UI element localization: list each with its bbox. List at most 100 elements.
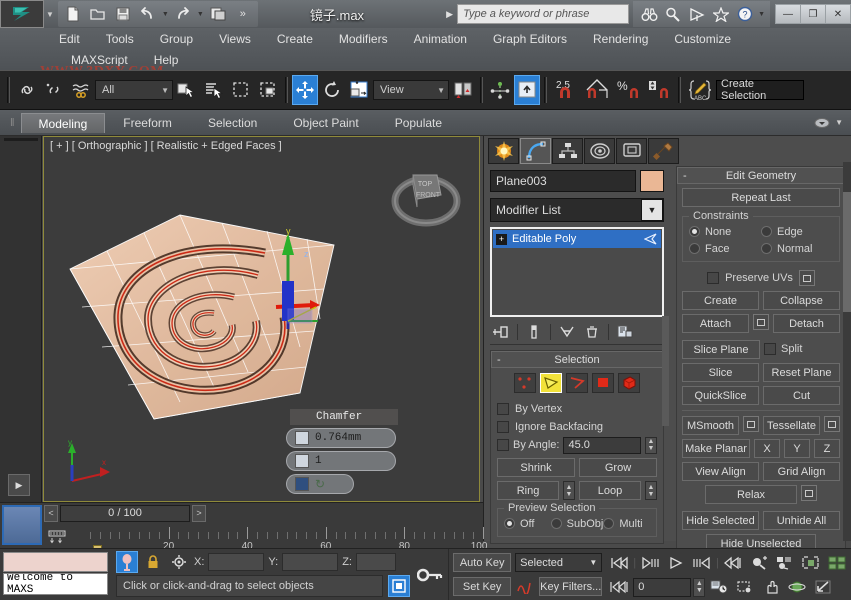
- select-and-move-icon[interactable]: [292, 75, 318, 105]
- preserve-uvs-row[interactable]: Preserve UVs: [682, 269, 840, 287]
- by-angle-value[interactable]: 45.0: [563, 437, 641, 454]
- snaps-toggle-icon[interactable]: 2.5: [551, 75, 581, 105]
- menu-create[interactable]: Create: [264, 32, 326, 46]
- redo-dropdown-icon[interactable]: ▼: [197, 11, 204, 18]
- viewport-label[interactable]: [ + ] [ Orthographic ] [ Realistic + Edg…: [50, 140, 282, 152]
- select-object-icon[interactable]: [174, 75, 200, 105]
- tab-freeform[interactable]: Freeform: [105, 113, 190, 133]
- preview-subobj-radio[interactable]: [551, 518, 562, 529]
- x-field[interactable]: [208, 553, 264, 571]
- make-planar-x-button[interactable]: X: [754, 439, 780, 458]
- create-button[interactable]: Create: [682, 291, 759, 310]
- minimize-button[interactable]: —: [775, 4, 801, 24]
- star-icon[interactable]: [710, 3, 732, 25]
- ring-spinner[interactable]: ▲▼: [563, 481, 575, 500]
- attach-button[interactable]: Attach: [682, 314, 749, 333]
- configure-sets-icon[interactable]: [614, 322, 636, 342]
- menu-customize[interactable]: Customize: [661, 32, 744, 46]
- tab-object-paint[interactable]: Object Paint: [275, 113, 376, 133]
- command-panel-scrollbar[interactable]: [843, 162, 851, 541]
- constraint-edge-option[interactable]: Edge: [761, 223, 833, 240]
- preview-multi-radio[interactable]: [603, 518, 614, 529]
- constraint-edge-radio[interactable]: [761, 226, 772, 237]
- z-field[interactable]: [356, 553, 396, 571]
- border-subobject-icon[interactable]: [566, 373, 588, 393]
- object-name-input[interactable]: Plane003: [490, 170, 636, 192]
- modifier-stack[interactable]: + Editable Poly: [490, 227, 664, 317]
- relax-settings-icon[interactable]: [801, 485, 817, 501]
- previous-frame-icon[interactable]: [638, 553, 662, 573]
- menu-help[interactable]: Help: [141, 53, 192, 67]
- slice-button[interactable]: Slice: [682, 363, 759, 382]
- caddy-smooth-toggle-icon[interactable]: ↻: [315, 477, 325, 491]
- ignore-backfacing-checkbox[interactable]: [497, 421, 509, 433]
- bind-to-space-warp-icon[interactable]: [68, 75, 94, 105]
- next-frame-icon[interactable]: [690, 553, 714, 573]
- by-angle-row[interactable]: By Angle: 45.0 ▲▼: [497, 436, 657, 454]
- undo-icon[interactable]: [137, 3, 159, 25]
- max-app-menu-button[interactable]: [0, 0, 44, 28]
- constraint-normal-radio[interactable]: [761, 243, 772, 254]
- left-column-scrollbar[interactable]: [662, 316, 669, 426]
- remove-modifier-icon[interactable]: [581, 322, 603, 342]
- track-bar-icon[interactable]: [44, 527, 70, 547]
- polygon-subobject-icon[interactable]: [592, 373, 614, 393]
- selection-filter-dropdown[interactable]: All ▼: [95, 80, 173, 100]
- caddy-amount-row[interactable]: 0.764mm: [286, 428, 396, 448]
- tab-populate[interactable]: Populate: [377, 113, 460, 133]
- display-tab[interactable]: [616, 138, 647, 164]
- stack-item-editable-poly[interactable]: + Editable Poly: [493, 230, 661, 248]
- create-tab[interactable]: [488, 138, 519, 164]
- set-key-button[interactable]: Set Key: [453, 577, 511, 596]
- preserve-uvs-checkbox[interactable]: [707, 272, 719, 284]
- unhide-all-button[interactable]: Unhide All: [763, 511, 840, 530]
- viewport-preview-thumbnail[interactable]: [2, 505, 42, 545]
- maximize-viewport-icon[interactable]: [811, 577, 835, 597]
- grid-align-button[interactable]: Grid Align: [763, 462, 840, 481]
- project-folder-icon[interactable]: [207, 3, 229, 25]
- rollout-collapse-icon[interactable]: -: [497, 354, 501, 366]
- constraint-none-radio[interactable]: [689, 226, 700, 237]
- listener-macro-area[interactable]: [3, 552, 108, 572]
- open-file-icon[interactable]: [87, 3, 109, 25]
- key-mode-toggle[interactable]: [412, 549, 449, 600]
- hierarchy-tab[interactable]: [552, 138, 583, 164]
- constraint-face-radio[interactable]: [689, 243, 700, 254]
- make-planar-z-button[interactable]: Z: [814, 439, 840, 458]
- loop-button[interactable]: Loop: [579, 481, 641, 500]
- detach-button[interactable]: Detach: [773, 314, 840, 333]
- split-checkbox[interactable]: [764, 343, 776, 355]
- maximize-button[interactable]: ❐: [800, 4, 826, 24]
- caddy-open-smooth-row[interactable]: ↻: [286, 474, 354, 494]
- pin-stack-icon[interactable]: [490, 322, 512, 342]
- repeat-last-button[interactable]: Repeat Last: [682, 188, 840, 207]
- window-crossing-icon[interactable]: [255, 75, 281, 105]
- selection-rollout-header[interactable]: - Selection: [491, 351, 663, 368]
- object-color-swatch[interactable]: [640, 170, 664, 192]
- menu-animation[interactable]: Animation: [401, 32, 480, 46]
- expand-icon[interactable]: +: [496, 234, 507, 245]
- menu-modifiers[interactable]: Modifiers: [326, 32, 401, 46]
- menu-rendering[interactable]: Rendering: [580, 32, 661, 46]
- lock-selection-icon[interactable]: [142, 551, 164, 573]
- goto-end-icon[interactable]: [721, 553, 745, 573]
- selection-lock-icon[interactable]: [116, 551, 138, 573]
- select-and-rotate-icon[interactable]: [319, 75, 345, 105]
- chamfer-caddy[interactable]: Chamfer 0.764mm 1 ↻ ✓ + ✕: [274, 409, 396, 502]
- reset-plane-button[interactable]: Reset Plane: [763, 363, 840, 382]
- ring-button[interactable]: Ring: [497, 481, 559, 500]
- absolute-relative-mode-icon[interactable]: [168, 551, 190, 573]
- mirror-icon[interactable]: [487, 75, 513, 105]
- maxscript-listener[interactable]: Welcome to MAXS: [0, 548, 112, 600]
- utilities-tab[interactable]: [648, 138, 679, 164]
- menu-group[interactable]: Group: [147, 32, 206, 46]
- edit-named-selection-icon[interactable]: ABC: [685, 75, 715, 105]
- align-icon[interactable]: [514, 75, 540, 105]
- select-by-name-icon[interactable]: [201, 75, 227, 105]
- ribbon-display-icon[interactable]: [813, 116, 831, 130]
- key-mode-dropdown[interactable]: Selected ▼: [515, 553, 602, 572]
- menu-views[interactable]: Views: [206, 32, 264, 46]
- tab-modeling[interactable]: Modeling: [21, 113, 106, 133]
- relax-button[interactable]: Relax: [705, 485, 797, 504]
- make-planar-y-button[interactable]: Y: [784, 439, 810, 458]
